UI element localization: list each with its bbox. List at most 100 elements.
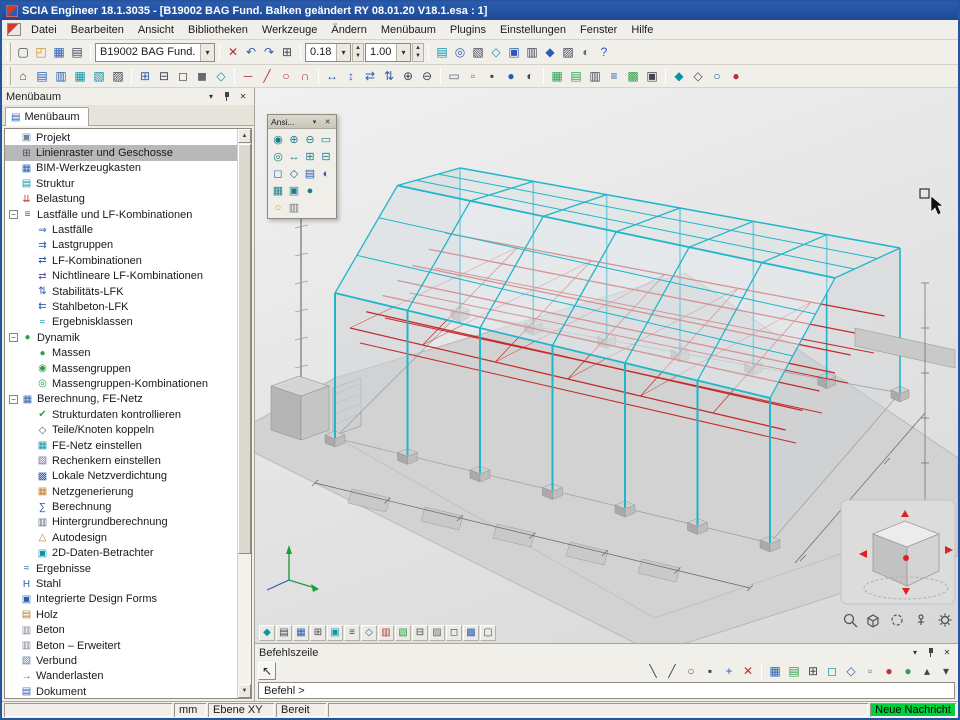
tree-item[interactable]: −●Dynamik (5, 330, 237, 345)
save-project-icon[interactable]: ▦ (50, 43, 68, 61)
snap-cross-icon[interactable]: ╱ (663, 662, 681, 680)
tree-item[interactable]: ●Massen (5, 345, 237, 360)
toolbar-grip[interactable] (7, 67, 11, 85)
chevron-down-icon[interactable]: ▾ (396, 44, 410, 61)
previous-view-icon[interactable]: ⊟ (318, 148, 334, 165)
hatch-icon[interactable]: ▩ (624, 67, 642, 85)
tab-menubaum[interactable]: ▤ Menübaum (5, 107, 89, 126)
subtract-icon[interactable]: ⊖ (418, 67, 436, 85)
chevron-down-icon[interactable]: ▾ (309, 116, 320, 127)
nodes-visibility-icon[interactable]: ▤ (276, 625, 292, 641)
tree-item[interactable]: ◉Massengruppen (5, 361, 237, 376)
chevron-down-icon[interactable]: ▾ (200, 44, 214, 61)
diamond-solid-icon[interactable]: ◆ (670, 67, 688, 85)
status-units[interactable]: mm (174, 703, 206, 717)
wall-icon[interactable]: ▨ (109, 67, 127, 85)
recalculate-icon[interactable]: ⊞ (278, 43, 296, 61)
light-icon[interactable]: ○ (270, 199, 286, 216)
render-icon[interactable]: ● (302, 182, 318, 199)
tree-item[interactable]: ▥Beton – Erweitert (5, 638, 237, 653)
view-side-icon[interactable]: ◇ (286, 165, 302, 182)
tree-item[interactable]: ▦BIM-Werkzeugkasten (5, 161, 237, 176)
tree-item[interactable]: ◇Teile/Knoten koppeln (5, 422, 237, 437)
clip-icon[interactable]: ▣ (286, 182, 302, 199)
member-icon[interactable]: ▦ (71, 67, 89, 85)
delete-selection-icon[interactable]: ✕ (739, 662, 757, 680)
menu-item[interactable]: Werkzeuge (255, 22, 324, 38)
tree-item[interactable]: ▣Projekt (5, 130, 237, 145)
circle-outline-icon[interactable]: ○ (708, 67, 726, 85)
tree-item[interactable]: ▤Dokument (5, 684, 237, 698)
zoom-spinner[interactable]: ▲▼ (412, 43, 424, 62)
view-filter-icon[interactable]: ▧ (469, 43, 487, 61)
point-solid-icon[interactable]: ▪ (483, 67, 501, 85)
tree-item[interactable]: ▥Beton (5, 623, 237, 638)
close-icon[interactable]: ✕ (322, 116, 333, 127)
menu-item[interactable]: Datei (24, 22, 64, 38)
command-input[interactable]: Befehl > (258, 682, 955, 699)
menu-item[interactable]: Hilfe (624, 22, 660, 38)
snap-line-icon[interactable]: ╲ (644, 662, 662, 680)
menu-item[interactable]: Bearbeiten (64, 22, 131, 38)
tree-item[interactable]: −≡Lastfälle und LF-Kombinationen (5, 207, 237, 222)
rotate-view-icon[interactable]: ◎ (270, 148, 286, 165)
section-plane-icon[interactable]: ◇ (487, 43, 505, 61)
tree-item[interactable]: ▤Holz (5, 607, 237, 622)
snap-mid-icon[interactable]: ○ (682, 662, 700, 680)
settings-gear-icon[interactable] (939, 614, 952, 627)
scale-spinner[interactable]: ▲▼ (352, 43, 364, 62)
chevron-down-icon[interactable]: ▾ (204, 90, 218, 103)
model-3d-scene[interactable] (255, 88, 958, 643)
tree-item[interactable]: ⇒Lastfälle (5, 222, 237, 237)
list-icon[interactable]: ≡ (605, 67, 623, 85)
close-icon[interactable]: ✕ (940, 646, 954, 659)
perspective-icon[interactable]: ▦ (270, 182, 286, 199)
surface-toggle-icon[interactable]: ◇ (361, 625, 377, 641)
status-message-badge[interactable]: Neue Nachricht (870, 703, 956, 717)
menu-item[interactable]: Einstellungen (493, 22, 573, 38)
tree-item[interactable]: ▦Netzgenerierung (5, 484, 237, 499)
list-view-icon[interactable]: ≡ (344, 625, 360, 641)
open-project-icon[interactable]: ◰ (32, 43, 50, 61)
home-icon[interactable]: ⌂ (14, 67, 32, 85)
tree-item[interactable]: −▦Berechnung, FE-Netz (5, 392, 237, 407)
grid-toggle-icon[interactable]: ⊞ (310, 625, 326, 641)
solid-icon[interactable]: ◼ (193, 67, 211, 85)
tree-item[interactable]: ⊞Linienraster und Geschosse (5, 145, 237, 160)
dimension-icon[interactable]: ▭ (445, 67, 463, 85)
tracking-red-icon[interactable]: ● (880, 662, 898, 680)
toolbar-grip[interactable] (7, 43, 11, 61)
layers-icon[interactable]: ▤ (433, 43, 451, 61)
tree-item[interactable]: ≈Ergebnisse (5, 561, 237, 576)
render-toggle-icon[interactable]: ▣ (327, 625, 343, 641)
line-grid-icon[interactable]: ▤ (33, 67, 51, 85)
snap-point-icon[interactable]: ● (502, 67, 520, 85)
menu-item[interactable]: Ändern (324, 22, 373, 38)
hide-elements-icon[interactable]: ⊟ (412, 625, 428, 641)
view-front-icon[interactable]: ◻ (270, 165, 286, 182)
tree-item[interactable]: ▤Struktur (5, 176, 237, 191)
layer-a-icon[interactable]: ▤ (567, 67, 585, 85)
redo-icon[interactable]: ↷ (260, 43, 278, 61)
circle-solid-icon[interactable]: ● (727, 67, 745, 85)
menu-item[interactable]: Ansicht (131, 22, 181, 38)
tree-item[interactable]: ▦FE-Netz einstellen (5, 438, 237, 453)
menu-item[interactable]: Plugins (443, 22, 493, 38)
zoom-in-icon[interactable]: ⊕ (286, 131, 302, 148)
union-icon[interactable]: ⊕ (399, 67, 417, 85)
render-mode-icon[interactable]: ◆ (541, 43, 559, 61)
tree-item[interactable]: ▧Rechenkern einstellen (5, 453, 237, 468)
palette-header[interactable]: Ansi... ▾ ✕ (268, 115, 336, 129)
tree-item[interactable]: ▩Lokale Netzverdichtung (5, 469, 237, 484)
zoom-combo[interactable]: 1.00 ▾ (365, 43, 411, 62)
tree-item[interactable]: ⇇Stahlbeton-LFK (5, 299, 237, 314)
zoom-out-icon[interactable]: ⊖ (302, 131, 318, 148)
tree-item[interactable]: HStahl (5, 576, 237, 591)
diamond-outline-icon[interactable]: ◇ (689, 67, 707, 85)
navigation-cube[interactable] (841, 500, 955, 604)
collapse-icon[interactable]: − (9, 333, 18, 342)
layers-icon[interactable]: ▥ (286, 199, 302, 216)
zoom-all-icon[interactable]: ◉ (270, 131, 286, 148)
close-icon[interactable]: ✕ (236, 90, 250, 103)
camera-icon[interactable] (918, 615, 924, 625)
